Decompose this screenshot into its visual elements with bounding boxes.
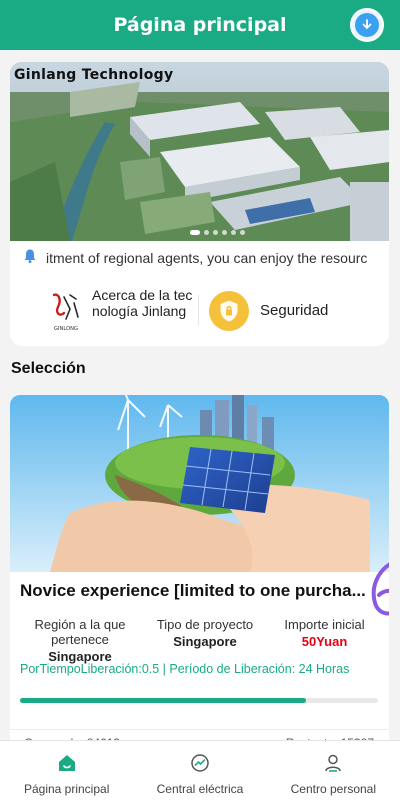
notice-card: itment of regional agents, you can enjoy…: [10, 241, 389, 346]
product-card[interactable]: Novice experience [limited to one purcha…: [10, 395, 389, 755]
floating-badge-icon[interactable]: [365, 555, 389, 625]
shield-icon[interactable]: [209, 291, 249, 331]
carousel-indicator: [190, 230, 245, 235]
ginlong-logo[interactable]: GINLONG: [48, 289, 84, 333]
quick-links: GINLONG Acerca de la tecnología Jinlang …: [10, 281, 389, 341]
progress-bar: [20, 698, 378, 703]
page-title: Página principal: [113, 14, 287, 36]
security-link[interactable]: Seguridad: [260, 302, 328, 319]
divider: [198, 295, 199, 325]
progress-fill: [20, 698, 307, 703]
amount-info: Importe inicial 50Yuan: [260, 617, 389, 657]
tab-label: Página principal: [23, 782, 110, 796]
carousel-dot[interactable]: [204, 230, 209, 235]
product-title[interactable]: Novice experience [limited to one purcha…: [20, 581, 370, 601]
banner-carousel[interactable]: Ginlang Technology: [10, 62, 389, 241]
region-info: Región a la que pertenece Singapore: [10, 617, 150, 664]
product-image: [10, 395, 389, 572]
divider: [10, 729, 389, 730]
section-title: Selección: [11, 360, 86, 377]
notice-text: itment of regional agents, you can enjoy…: [46, 250, 368, 266]
power-station-icon: [190, 753, 210, 778]
carousel-dot[interactable]: [231, 230, 236, 235]
download-icon: [355, 13, 379, 37]
notice-marquee[interactable]: itment of regional agents, you can enjoy…: [22, 247, 382, 269]
amount-value: 50Yuan: [301, 634, 348, 649]
carousel-dot[interactable]: [190, 230, 200, 235]
tab-home[interactable]: Página principal: [0, 741, 133, 800]
product-info: Región a la que pertenece Singapore Tipo…: [10, 617, 389, 664]
tab-label: Central eléctrica: [156, 782, 244, 796]
tab-label: Centro personal: [290, 782, 377, 796]
release-info: PorTiempoLiberación:0.5 | Período de Lib…: [20, 662, 350, 676]
factory-aerial-image: [10, 62, 389, 241]
carousel-dot[interactable]: [213, 230, 218, 235]
home-icon: [57, 753, 77, 778]
app-header: Página principal: [0, 0, 400, 50]
type-label: Tipo de proyecto: [156, 617, 254, 632]
carousel-dot[interactable]: [222, 230, 227, 235]
banner-label: Ginlang Technology: [14, 67, 174, 83]
type-value: Singapore: [173, 634, 237, 649]
region-label: Región a la que pertenece: [34, 617, 126, 647]
download-button[interactable]: [350, 8, 384, 42]
bottom-tab-bar: Página principal Central eléctrica Centr…: [0, 740, 400, 800]
logo-text: GINLONG: [54, 326, 78, 332]
type-info: Tipo de proyecto Singapore: [150, 617, 260, 657]
tab-personal-center[interactable]: Centro personal: [267, 741, 400, 800]
amount-label: Importe inicial: [284, 617, 365, 632]
bell-icon: [22, 248, 38, 269]
about-link[interactable]: Acerca de la tecnología Jinlang: [92, 287, 198, 319]
carousel-dot[interactable]: [240, 230, 245, 235]
user-icon: [323, 753, 343, 778]
tab-power-station[interactable]: Central eléctrica: [133, 741, 266, 800]
